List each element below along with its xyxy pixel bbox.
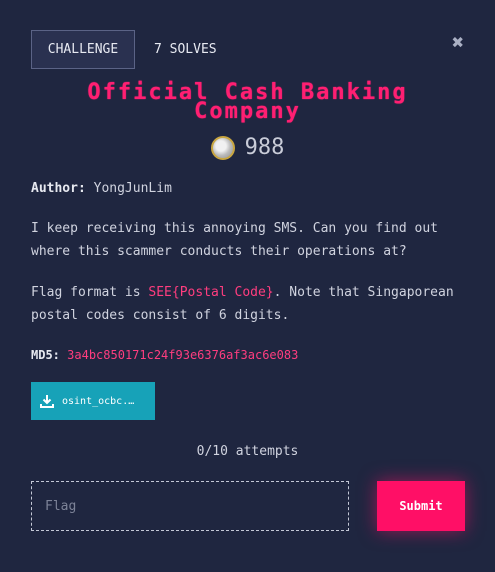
challenge-title: Official Cash Banking Company [0,82,495,124]
tab-challenge[interactable]: CHALLENGE [31,30,135,69]
md5-value: 3a4bc850171c24f93e6376af3ac6e083 [67,348,299,362]
attempts-counter: 0/10 attempts [196,444,299,459]
author-name: YongJunLim [93,181,172,196]
points-row: 988 [0,135,495,160]
md5-label: MD5: [31,348,60,362]
challenge-title-line-2: Company [194,99,301,124]
submit-button[interactable]: Submit [377,481,465,531]
download-icon [40,395,54,408]
flag-format-text: Flag format is SEE{Postal Code}. Note th… [31,281,471,327]
points-value: 988 [244,135,285,160]
md5-line: MD5: 3a4bc850171c24f93e6376af3ac6e083 [31,344,471,367]
author-label: Author: [31,181,86,196]
close-icon[interactable]: ✖ [450,32,466,52]
file-name: osint_ocbc.… [62,395,135,407]
coin-icon [210,135,235,160]
challenge-description: I keep receiving this annoying SMS. Can … [31,221,438,259]
tab-solves[interactable]: 7 SOLVES [154,30,217,69]
author-line: Author: YongJunLim [31,177,471,200]
flag-format-value: SEE{Postal Code} [148,285,274,300]
flag-input[interactable] [31,481,349,531]
flag-format-prefix: Flag format is [31,285,149,300]
file-download-button[interactable]: osint_ocbc.… [31,382,155,420]
